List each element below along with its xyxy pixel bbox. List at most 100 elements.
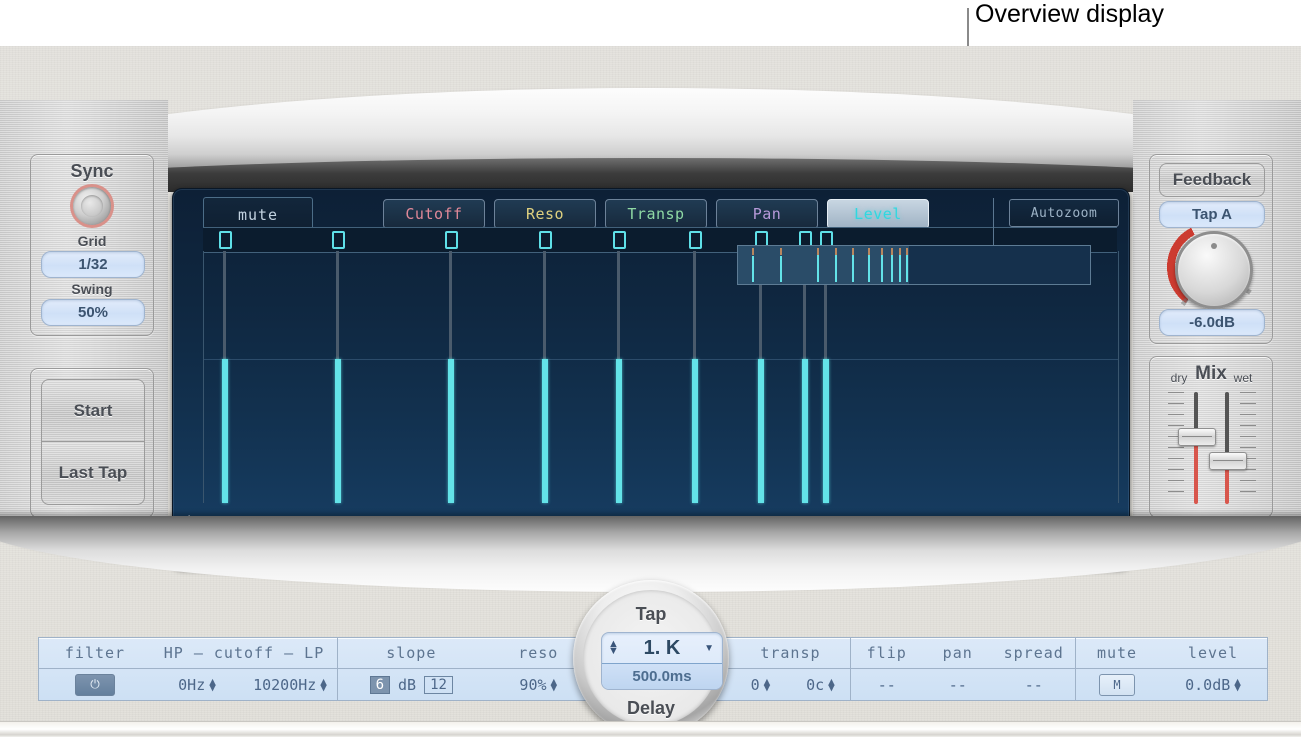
annotation-label: Overview display: [975, 0, 1164, 28]
tap-bar-B[interactable]: [222, 359, 228, 503]
tap-bar-F[interactable]: [616, 359, 622, 503]
graph-gridline: [204, 359, 1118, 360]
transp-cents-stepper[interactable]: ▲ ▼: [828, 676, 835, 693]
tap-bar-C[interactable]: [335, 359, 341, 503]
filter-power-button[interactable]: ⏻: [75, 673, 115, 696]
sync-group: Sync Grid 1/32 Swing 50%: [30, 154, 154, 336]
swing-value-field[interactable]: 50%: [41, 299, 145, 326]
start-button[interactable]: Start: [41, 379, 145, 442]
last-tap-button[interactable]: Last Tap: [41, 441, 145, 505]
param-group-slope-reso: slope reso 6 dB 12 90% ▲ ▼: [337, 638, 592, 700]
feedback-group: Feedback Tap A -6.0dB: [1149, 154, 1273, 344]
feedback-knob[interactable]: [1163, 219, 1259, 315]
mute-toggle-button[interactable]: M: [1099, 673, 1135, 696]
feedback-knob-body[interactable]: [1175, 231, 1253, 309]
overview-tap-cap-3: [834, 248, 837, 255]
tap-bar-E[interactable]: [542, 359, 548, 503]
mute-indicator-1[interactable]: [332, 231, 345, 249]
level-value[interactable]: 0.0dB: [1185, 676, 1230, 694]
mute-level-values: M 0.0dB ▲ ▼: [1075, 669, 1267, 700]
mute-indicator-3[interactable]: [539, 231, 552, 249]
tap-delay-value[interactable]: 500.0ms: [602, 664, 722, 689]
param-group-mute-level: mute level M 0.0dB ▲ ▼: [1075, 638, 1267, 700]
grid-label: Grid: [77, 233, 107, 249]
tap-delay-bezel-inner: Tap ▲ ▼ 1. K ▼ 500.0ms Delay: [583, 590, 723, 721]
overview-tap-line-0: [752, 256, 755, 282]
filter-hp-stepper[interactable]: ▲ ▼: [209, 676, 216, 693]
filter-lp-value[interactable]: 10200Hz: [253, 676, 316, 694]
param-group-filter: filter HP – cutoff – LP ⏻ 0Hz ▲ ▼ 10200Hz…: [39, 638, 337, 700]
tap-graph[interactable]: [203, 251, 1119, 503]
tap-selector[interactable]: ▲ ▼ 1. K ▼ 500.0ms: [601, 632, 723, 690]
delay-designer-plugin-window: Sync Grid 1/32 Swing 50% Start Last Tap …: [0, 46, 1301, 721]
tap-bar-G[interactable]: [692, 359, 698, 503]
overview-tap-cap-0: [752, 248, 755, 255]
display-param-button-transp[interactable]: Transp: [605, 199, 707, 229]
mute-strip-divider: [993, 198, 994, 252]
slope-header-label: slope: [386, 644, 437, 662]
tap-selector-stepper[interactable]: ▲ ▼: [608, 639, 619, 657]
autozoom-button[interactable]: Autozoom: [1009, 199, 1119, 227]
overview-display[interactable]: [737, 245, 1091, 285]
level-stepper[interactable]: ▲ ▼: [1234, 676, 1241, 693]
filter-hp-value[interactable]: 0Hz: [178, 676, 205, 694]
grid-value-field[interactable]: 1/32: [41, 251, 145, 278]
transp-cents-value[interactable]: 0c: [806, 676, 824, 694]
pan-value[interactable]: --: [923, 676, 993, 694]
tap-bar-D[interactable]: [448, 359, 454, 503]
overview-tap-cap-1: [780, 248, 783, 255]
overview-tap-cap-8: [899, 248, 902, 255]
flip-pan-spread-headers: flip pan spread: [850, 638, 1075, 669]
tap-stem-D: [449, 251, 452, 359]
display-param-button-pan[interactable]: Pan: [716, 199, 818, 229]
sync-led[interactable]: [73, 187, 111, 225]
tap-label: Tap: [635, 604, 667, 624]
overview-tap-cap-6: [880, 248, 883, 255]
display-param-button-cutoff[interactable]: Cutoff: [383, 199, 485, 229]
tap-delay-bezel: Tap ▲ ▼ 1. K ▼ 500.0ms Delay: [573, 580, 729, 721]
overview-selection-region[interactable]: [738, 246, 909, 284]
mute-indicator-0[interactable]: [219, 231, 232, 249]
transp-semitone-stepper[interactable]: ▲ ▼: [764, 676, 771, 693]
tap-display[interactable]: mute CutoffResoTranspPanLevel Autozoom 1…: [172, 188, 1130, 568]
tap-bar-J[interactable]: [823, 359, 829, 503]
filter-header-label: filter: [64, 644, 126, 662]
slope-6db-button[interactable]: 6: [369, 675, 391, 694]
display-param-button-label: Cutoff: [405, 205, 463, 223]
reso-stepper[interactable]: ▲ ▼: [551, 676, 558, 693]
filter-headers: filter HP – cutoff – LP: [39, 638, 337, 669]
mute-indicator-5[interactable]: [689, 231, 702, 249]
tap-stem-G: [693, 251, 696, 359]
tap-stem-E: [543, 251, 546, 359]
screenshot-root: Overview display Sync Grid 1/32 Swing 50…: [0, 0, 1301, 737]
mix-wet-label: wet: [1233, 371, 1253, 385]
display-param-button-level[interactable]: Level: [827, 199, 929, 229]
cutoff-header-label: HP – cutoff – LP: [163, 644, 325, 662]
wet-fader-scale: [1240, 392, 1256, 502]
feedback-button[interactable]: Feedback: [1159, 163, 1265, 197]
transp-header-label: transp: [760, 644, 821, 662]
spread-header-label: spread: [1003, 644, 1064, 662]
mix-group: Mix dry wet: [1149, 356, 1273, 518]
tap-bar-I[interactable]: [802, 359, 808, 503]
wet-fader-track[interactable]: [1225, 392, 1229, 504]
mute-indicator-4[interactable]: [613, 231, 626, 249]
dry-fader-track[interactable]: [1194, 392, 1198, 504]
swing-label: Swing: [71, 281, 113, 297]
dry-fader-handle[interactable]: [1178, 428, 1216, 446]
chevron-down-icon[interactable]: ▼: [704, 643, 714, 654]
tap-selector-value-row[interactable]: ▲ ▼ 1. K ▼: [602, 633, 722, 664]
tap-bar-H[interactable]: [758, 359, 764, 503]
flip-value[interactable]: --: [851, 676, 923, 694]
display-param-button-reso[interactable]: Reso: [494, 199, 596, 229]
slope-12db-button[interactable]: 12: [424, 675, 453, 694]
feedback-level-field[interactable]: -6.0dB: [1159, 309, 1265, 336]
filter-lp-stepper[interactable]: ▲ ▼: [320, 676, 327, 693]
slope-reso-values: 6 dB 12 90% ▲ ▼: [337, 669, 591, 700]
transp-semitone-value[interactable]: 0: [751, 676, 760, 694]
spread-value[interactable]: --: [993, 676, 1075, 694]
reso-value[interactable]: 90%: [519, 676, 546, 694]
mute-indicator-2[interactable]: [445, 231, 458, 249]
overview-tap-cap-5: [868, 248, 871, 255]
wet-fader-handle[interactable]: [1209, 452, 1247, 470]
